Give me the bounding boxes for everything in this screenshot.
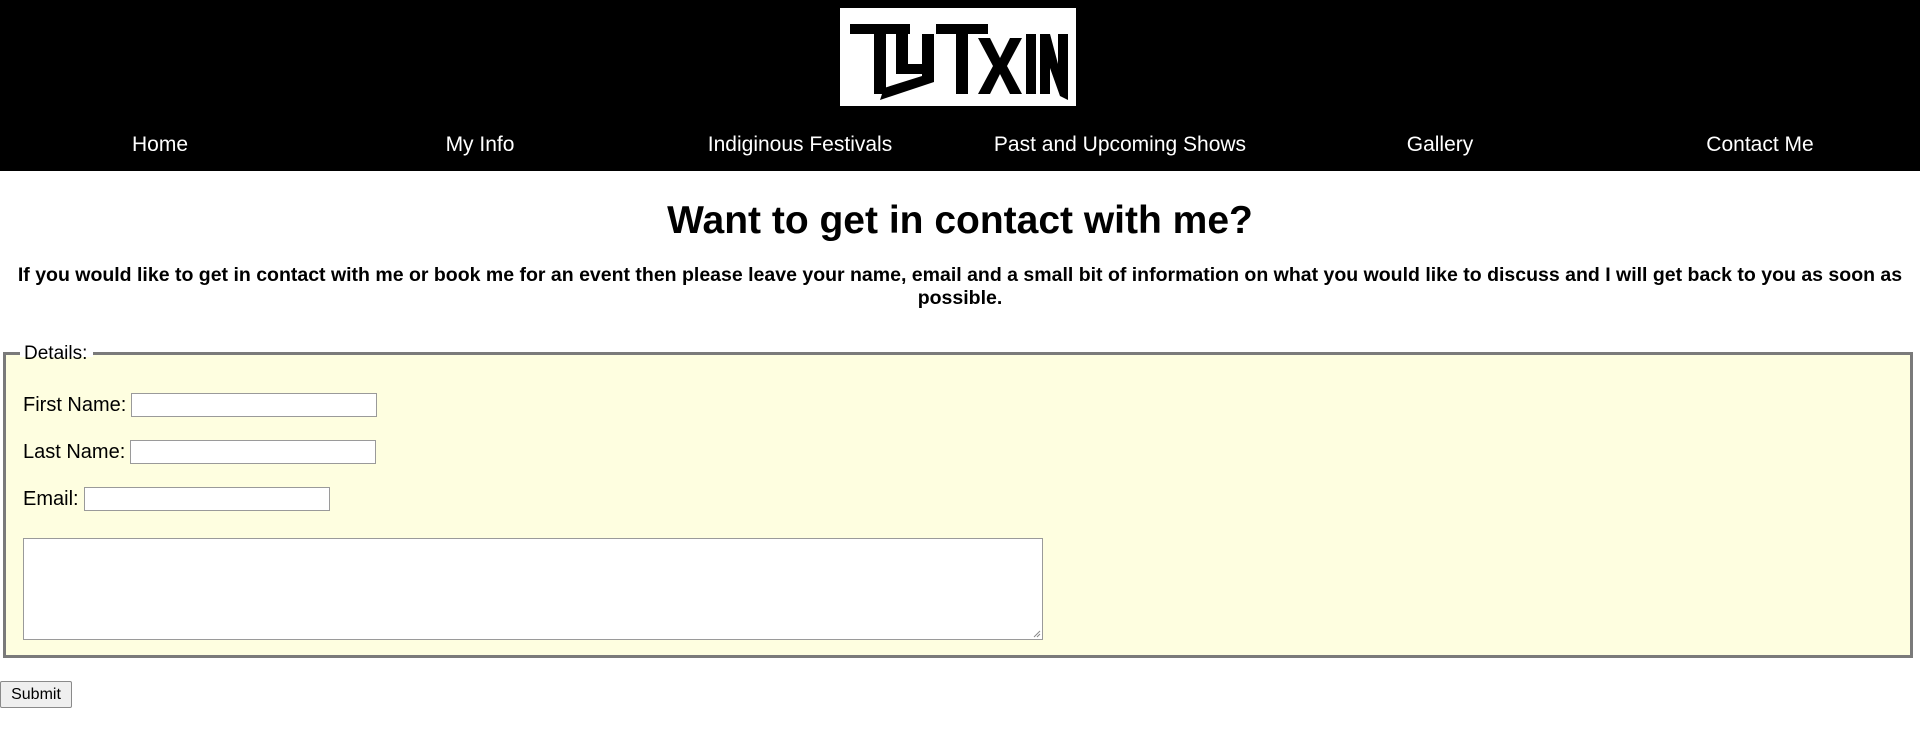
intro-text: If you would like to get in contact with… [17,264,1903,309]
details-fieldset: Details: First Name: Last Name: Email: [3,343,1913,658]
nav-item-festivals[interactable]: Indiginous Festivals [640,125,960,165]
nav-item-gallery[interactable]: Gallery [1280,125,1600,165]
email-label: Email: [23,488,79,510]
site-header: Home My Info Indiginous Festivals Past a… [0,0,1920,171]
main-nav: Home My Info Indiginous Festivals Past a… [0,125,1920,165]
first-name-label: First Name: [23,394,127,416]
email-input[interactable] [83,487,330,511]
nav-item-shows[interactable]: Past and Upcoming Shows [960,125,1280,165]
message-textarea[interactable] [23,538,1043,640]
last-name-label: Last Name: [23,441,126,463]
logo-graphic [840,8,1076,106]
nav-item-my-info[interactable]: My Info [320,125,640,165]
fieldset-legend: Details: [24,343,88,364]
nav-item-contact[interactable]: Contact Me [1600,125,1920,165]
site-logo[interactable] [840,8,1076,106]
resize-grip-icon[interactable] [1033,630,1041,638]
first-name-row: First Name: [23,391,378,419]
nav-item-home[interactable]: Home [0,125,320,165]
last-name-input[interactable] [130,440,377,464]
email-row: Email: [23,485,330,513]
page-title: Want to get in contact with me? [667,199,1253,242]
first-name-input[interactable] [131,393,378,417]
last-name-row: Last Name: [23,438,377,466]
submit-button[interactable]: Submit [0,681,72,708]
